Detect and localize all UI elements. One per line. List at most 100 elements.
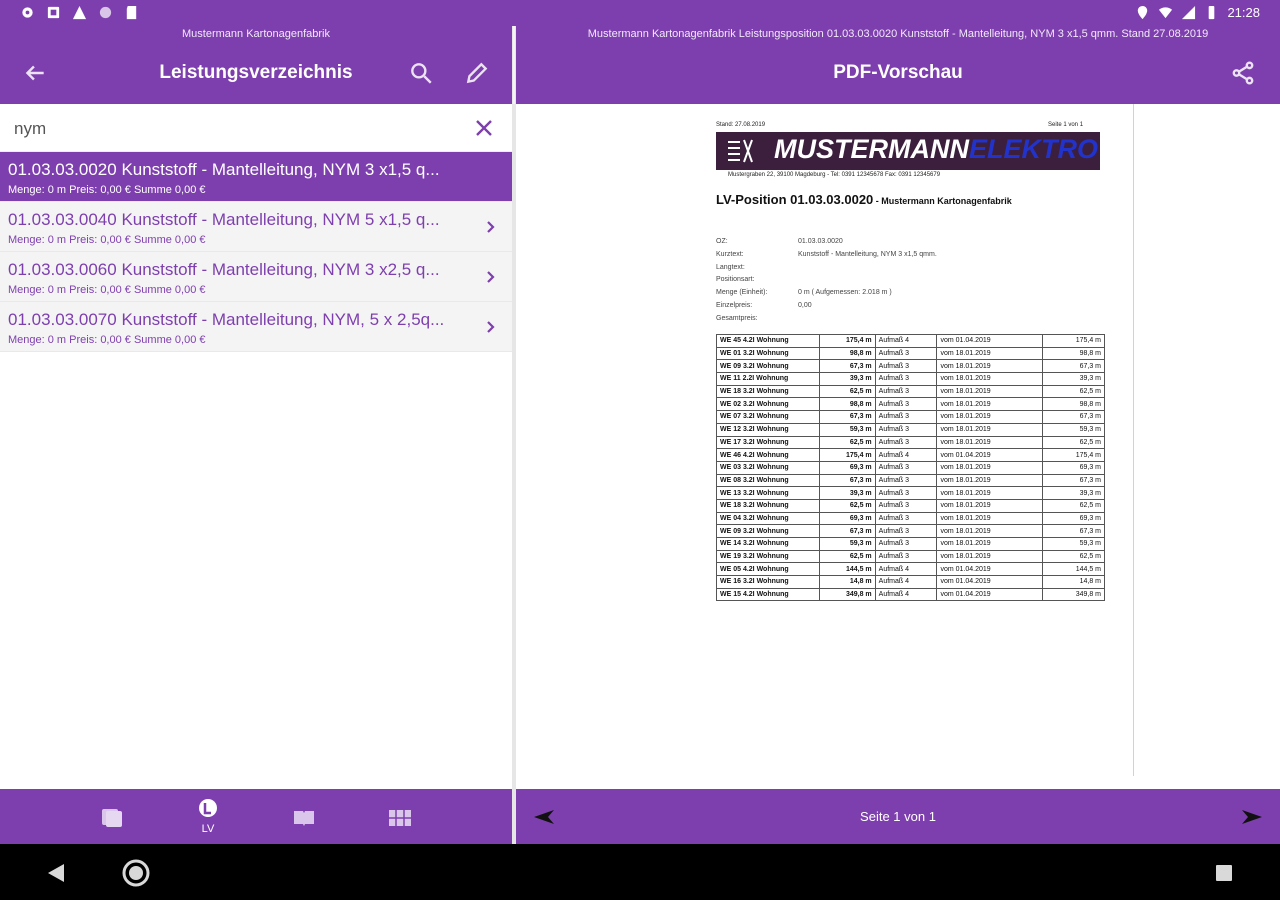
pdf-table-cell: 349,8 m xyxy=(1042,587,1105,602)
sd-card-icon xyxy=(126,5,137,20)
pager-label: Seite 1 von 1 xyxy=(860,809,936,824)
pdf-table-row: WE 04 3.2I Wohnung 69,3 m Aufmaß 3 vom 18.0… xyxy=(716,511,1105,526)
pdf-table-cell: Aufmaß 4 xyxy=(874,575,938,589)
right-page-title: PDF-Vorschau xyxy=(833,62,963,83)
search-icon[interactable] xyxy=(408,60,434,86)
pdf-table-row: WE 14 3.2I Wohnung 59,3 m Aufmaß 3 vom 18.0… xyxy=(716,537,1105,551)
pdf-table-cell: vom 18.01.2019 xyxy=(936,435,1044,450)
pdf-table-cell: vom 18.01.2019 xyxy=(936,346,1044,361)
pdf-table-cell: WE 15 4.2I Wohnung xyxy=(716,587,820,602)
list-item[interactable]: 01.03.03.0040 Kunststoff - Mantelleitung… xyxy=(0,202,512,252)
list-item[interactable]: 01.03.03.0020 Kunststoff - Mantelleitung… xyxy=(0,152,512,202)
pdf-table-row: WE 17 3.2I Wohnung 62,5 m Aufmaß 3 vom 18.0… xyxy=(716,435,1105,450)
list-item[interactable]: 01.03.03.0070 Kunststoff - Mantelleitung… xyxy=(0,302,512,352)
pdf-table-cell: Aufmaß 3 xyxy=(874,422,938,437)
pdf-table-cell: 349,8 m xyxy=(818,587,876,602)
header-divider xyxy=(513,26,515,104)
pdf-table-cell: Aufmaß 3 xyxy=(874,435,938,450)
pdf-table-cell: 62,5 m xyxy=(818,384,876,399)
right-app-bar: Mustermann Kartonagenfabrik Leistungspos… xyxy=(516,26,1280,104)
status-bar: 21:28 xyxy=(0,0,1280,26)
pdf-table-cell: vom 01.04.2019 xyxy=(936,587,1044,602)
pdf-table-row: WE 11 2.2I Wohnung 39,3 m Aufmaß 3 vom 18.0… xyxy=(716,372,1105,386)
list-item-meta: Menge: 0 m Preis: 0,00 € Summe 0,00 € xyxy=(8,284,206,296)
pdf-info-row: Positionsart: xyxy=(716,276,798,283)
book-icon[interactable] xyxy=(292,807,316,829)
pdf-table-cell: vom 18.01.2019 xyxy=(936,511,1044,526)
pdf-heading-main: LV-Position 01.03.03.0020 xyxy=(716,192,874,207)
pdf-info-label: Gesamtpreis: xyxy=(716,314,758,322)
list-item-title: 01.03.03.0020 Kunststoff - Mantelleitung… xyxy=(8,160,440,179)
pdf-table-cell: 62,5 m xyxy=(1042,384,1105,399)
pdf-preview-area[interactable]: Stand: 27.08.2019 Seite 1 von 1 MUSTERMA… xyxy=(516,104,1280,789)
pdf-table-cell: 14,8 m xyxy=(1042,575,1105,589)
chevron-right-icon xyxy=(487,321,495,333)
pdf-table-row: WE 46 4.2I Wohnung 175,4 m Aufmaß 4 vom 01.… xyxy=(716,448,1105,462)
home-icon[interactable] xyxy=(122,859,150,887)
clock: 21:28 xyxy=(1227,5,1260,20)
pdf-table-cell: 69,3 m xyxy=(1042,460,1105,475)
bottom-tab-bar: LV xyxy=(0,789,512,844)
pdf-table-cell: WE 01 3.2I Wohnung xyxy=(716,346,820,361)
list-item-title: 01.03.03.0040 Kunststoff - Mantelleitung… xyxy=(8,210,440,229)
pdf-table-cell: vom 01.04.2019 xyxy=(936,448,1044,462)
pdf-info-row: Gesamtpreis: xyxy=(716,315,798,322)
pdf-info-label: Kurztext: xyxy=(716,250,744,258)
pdf-info-row: OZ: 01.03.03.0020 xyxy=(716,238,843,245)
pdf-table-cell: 62,5 m xyxy=(818,435,876,450)
pdf-table-cell: 175,4 m xyxy=(1042,334,1105,348)
battery-icon xyxy=(1209,5,1215,20)
pdf-table-cell: Aufmaß 3 xyxy=(874,359,938,374)
list-item[interactable]: 01.03.03.0060 Kunststoff - Mantelleitung… xyxy=(0,252,512,302)
pdf-info-label: OZ: xyxy=(716,238,728,245)
documents-icon[interactable] xyxy=(100,807,124,829)
pdf-table-cell: Aufmaß 3 xyxy=(874,486,938,500)
pdf-table-cell: vom 18.01.2019 xyxy=(936,397,1044,412)
edit-pencil-icon[interactable] xyxy=(464,60,490,86)
chevron-right-icon xyxy=(487,221,495,233)
pdf-table-cell: vom 01.04.2019 xyxy=(936,334,1044,348)
pdf-page: Stand: 27.08.2019 Seite 1 von 1 MUSTERMA… xyxy=(656,104,1134,776)
pdf-table-cell: 59,3 m xyxy=(818,422,876,437)
pdf-measurement-table: WE 45 4.2I Wohnung 175,4 m Aufmaß 4 vom 01.… xyxy=(716,334,1105,602)
pdf-table-cell: Aufmaß 3 xyxy=(874,372,938,386)
pdf-table-cell: 39,3 m xyxy=(1042,486,1105,500)
company-logo: MUSTERMANNELEKTRO xyxy=(716,132,1100,170)
search-input[interactable] xyxy=(14,116,454,142)
back-icon[interactable] xyxy=(46,863,66,883)
pdf-table-row: WE 19 3.2I Wohnung 62,5 m Aufmaß 3 vom 18.0… xyxy=(716,549,1105,564)
pdf-table-cell: WE 09 3.2I Wohnung xyxy=(716,524,820,538)
pdf-table-row: WE 02 3.2I Wohnung 98,8 m Aufmaß 3 vom 18.0… xyxy=(716,397,1105,412)
pdf-table-cell: vom 18.01.2019 xyxy=(936,372,1044,386)
right-subtitle: Mustermann Kartonagenfabrik Leistungspos… xyxy=(587,28,1209,40)
pdf-info-label: Einzelpreis: xyxy=(716,302,753,309)
list-item-meta: Menge: 0 m Preis: 0,00 € Summe 0,00 € xyxy=(8,184,206,196)
pdf-info-row: Kurztext: Kunststoff - Mantelleitung, NYM… xyxy=(716,251,937,258)
pdf-table-row: WE 08 3.2I Wohnung 67,3 m Aufmaß 3 vom 18.0… xyxy=(716,473,1105,488)
left-page-title: Leistungsverzeichnis xyxy=(159,62,353,83)
pdf-table-cell: 62,5 m xyxy=(1042,498,1105,513)
pdf-table-cell: 144,5 m xyxy=(1042,562,1105,577)
pdf-table-cell: 67,3 m xyxy=(818,359,876,374)
pdf-stand-date: Stand: 27.08.2019 xyxy=(716,122,766,128)
recents-icon[interactable] xyxy=(1214,863,1234,883)
share-icon[interactable] xyxy=(1230,60,1256,86)
pdf-table-cell: WE 07 3.2I Wohnung xyxy=(716,410,820,424)
pdf-table-cell: vom 18.01.2019 xyxy=(936,359,1044,374)
pdf-table-cell: 59,3 m xyxy=(1042,537,1105,551)
pdf-table-row: WE 12 3.2I Wohnung 59,3 m Aufmaß 3 vom 18.0… xyxy=(716,422,1105,437)
clear-search-icon[interactable] xyxy=(474,118,494,138)
pdf-table-cell: WE 18 3.2I Wohnung xyxy=(716,498,820,513)
pdf-address: Mustergraben 22, 39100 Magdeburg - Tel: … xyxy=(728,172,941,178)
grid-icon[interactable] xyxy=(388,807,412,829)
pdf-table-cell: 62,5 m xyxy=(818,549,876,564)
pdf-table-cell: vom 01.04.2019 xyxy=(936,562,1044,577)
pdf-info-label: Langtext: xyxy=(716,263,745,271)
tab-lv-label: LV xyxy=(201,823,215,835)
pdf-table-cell: vom 18.01.2019 xyxy=(936,549,1044,564)
pdf-table-cell: 62,5 m xyxy=(1042,435,1105,450)
pdf-table-cell: 14,8 m xyxy=(818,575,876,589)
lv-icon[interactable] xyxy=(196,797,220,819)
pdf-table-cell: 67,3 m xyxy=(1042,473,1105,488)
pdf-table-cell: WE 12 3.2I Wohnung xyxy=(716,422,820,437)
